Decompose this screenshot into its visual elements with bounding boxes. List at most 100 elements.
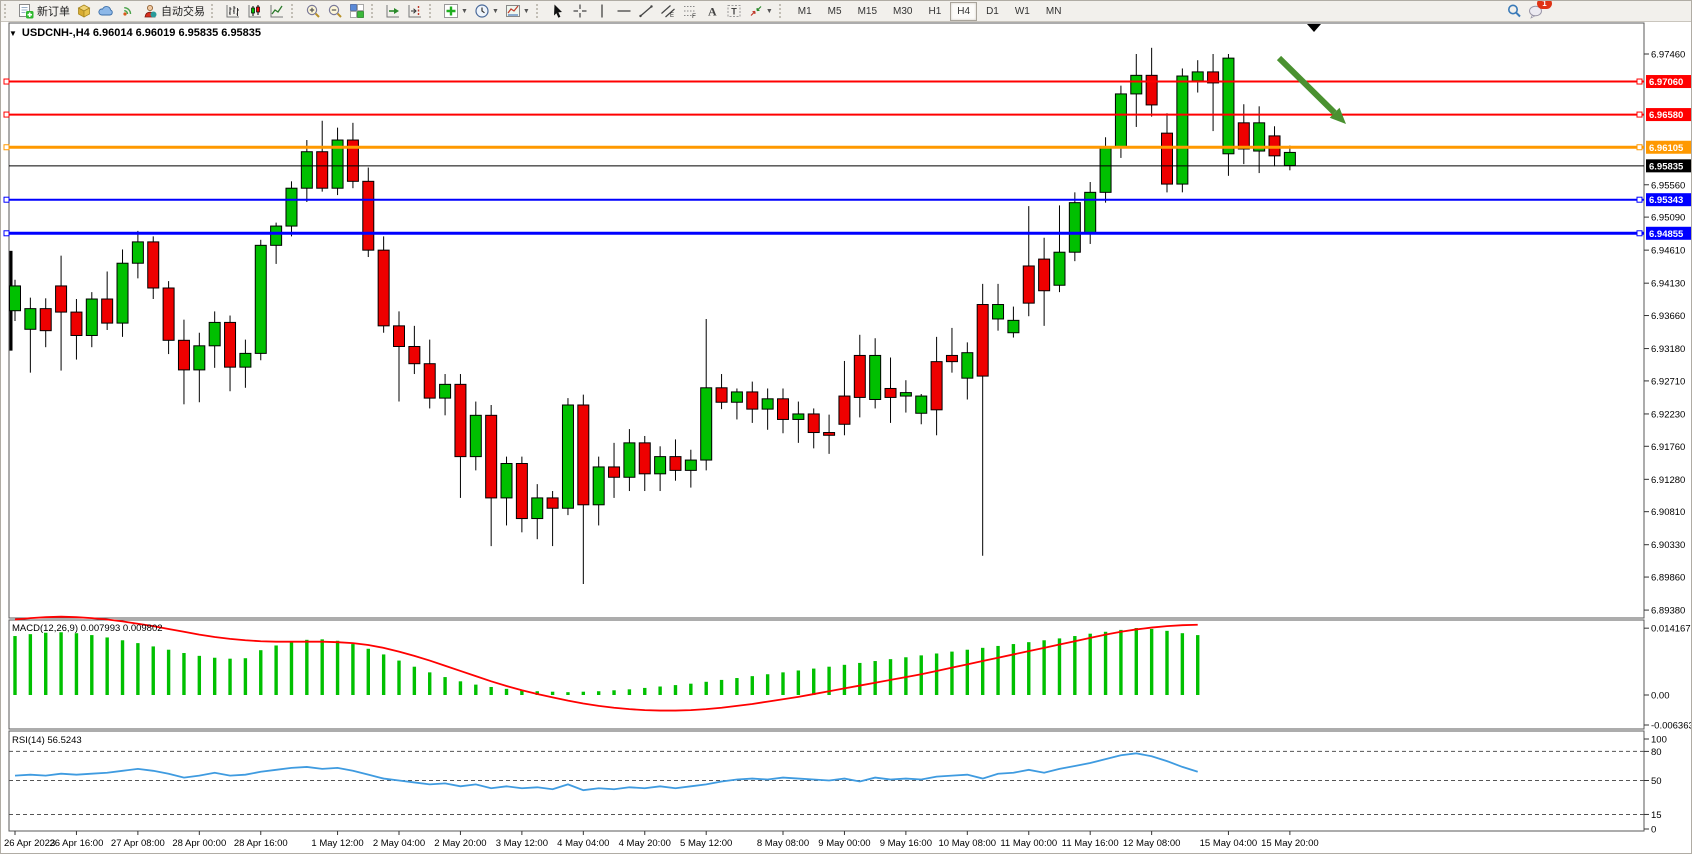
candle-bull [532,498,543,519]
autotrade-button[interactable]: 自动交易 [139,2,208,21]
chevron-down-icon[interactable]: ▼ [523,8,530,15]
new-order-button[interactable]: 新订单 [15,2,73,21]
candle-chart-button[interactable] [244,2,266,21]
chart-panes [9,23,1644,831]
zoom-in-button[interactable] [302,2,324,21]
line-anchor[interactable] [4,197,9,202]
candle-bear [486,415,497,498]
timeframe-button-m1[interactable]: M1 [791,2,819,21]
trendline-button[interactable] [635,2,657,21]
timeframe-button-m30[interactable]: M30 [886,2,919,21]
zoom-out-icon [327,3,343,19]
fibonacci-button[interactable]: F [679,2,701,21]
candle-bear [824,433,835,436]
candle-bull [962,353,973,378]
notifications-button[interactable]: 1 [1525,2,1547,21]
notification-badge: 1 [1537,0,1552,9]
line-anchor[interactable] [4,112,9,117]
macd-histogram-bar [336,641,339,695]
macd-histogram-bar [1089,634,1092,695]
candle-bull [685,460,696,470]
macd-histogram-bar [566,692,569,695]
line-anchor[interactable] [1637,79,1642,84]
cube-button[interactable] [73,2,95,21]
macd-histogram-bar [213,658,216,695]
indicators-button[interactable]: ▼ [440,2,471,21]
timeframe-button-h1[interactable]: H1 [921,2,948,21]
candle-bear [1162,133,1173,184]
zoom-out-button[interactable] [324,2,346,21]
macd-histogram-bar [689,684,692,695]
timeframe-button-w1[interactable]: W1 [1008,2,1037,21]
line-anchor[interactable] [4,79,9,84]
bar-chart-button[interactable] [222,2,244,21]
price-tick-label: 6.90330 [1651,540,1685,551]
timeframe-button-m15[interactable]: M15 [851,2,884,21]
toolbar-separator [211,4,218,18]
text-button[interactable]: A [701,2,723,21]
crosshair-button[interactable] [569,2,591,21]
line-anchor[interactable] [1637,112,1642,117]
time-tick-label: 9 May 16:00 [880,838,932,849]
candle-bear [670,457,681,471]
timeframe-button-mn[interactable]: MN [1039,2,1069,21]
periods-button[interactable]: ▼ [471,2,502,21]
hline-icon [616,3,632,19]
chevron-down-icon[interactable]: ▼ [492,8,499,15]
auto-scroll-icon [385,3,401,19]
timeframe-button-m5[interactable]: M5 [821,2,849,21]
macd-histogram-bar [873,661,876,695]
price-scale[interactable]: 6.974606.955606.950906.946106.941306.936… [1644,50,1685,617]
chart-window: 6.970606.965806.961056.958356.953436.948… [1,22,1692,854]
channel-button[interactable]: E [657,2,679,21]
chevron-down-icon[interactable]: ▼ [461,8,468,15]
macd-histogram-bar [90,635,93,695]
time-tick-label: 12 May 08:00 [1123,838,1181,849]
price-tick-label: 6.92710 [1651,376,1685,387]
candle-bull [731,392,742,402]
line-anchor[interactable] [4,145,9,150]
line-anchor[interactable] [1637,145,1642,150]
macd-histogram-bar [105,637,108,695]
templates-button[interactable]: ▼ [502,2,533,21]
macd-histogram-bar [244,658,247,695]
line-anchor[interactable] [1637,231,1642,236]
search-button[interactable] [1503,2,1525,21]
timeframe-button-d1[interactable]: D1 [979,2,1006,21]
toolbar-separator [536,4,543,18]
line-anchor[interactable] [1637,197,1642,202]
vline-icon [594,3,610,19]
candle-bull [1115,94,1126,148]
candle-bear [225,322,236,367]
new-order-icon [18,3,34,19]
cursor-button[interactable] [547,2,569,21]
timeframe-button-h4[interactable]: H4 [950,2,977,21]
chart-shift-button[interactable] [404,2,426,21]
candle-bull [1085,192,1096,233]
macd-histogram-bar [428,672,431,695]
publish-button[interactable] [95,2,117,21]
price-tick-label: 6.89380 [1651,606,1685,617]
candle-bull [1192,72,1203,81]
chevron-down-icon[interactable]: ▼ [766,8,773,15]
zoom-in-icon [305,3,321,19]
candle-bull [10,286,21,311]
tile-windows-button[interactable] [346,2,368,21]
signal-icon [120,3,136,19]
signal-button[interactable] [117,2,139,21]
clock-icon [474,3,490,19]
text-label-button[interactable]: T [723,2,745,21]
price-level-flag-text: 6.96105 [1649,143,1684,154]
macd-histogram-bar [1181,633,1184,695]
candle-bear [839,396,850,424]
chart-area[interactable]: 6.970606.965806.961056.958356.953436.948… [1,22,1692,854]
arrows-button[interactable]: ▼ [745,2,776,21]
line-anchor[interactable] [4,231,9,236]
auto-scroll-button[interactable] [382,2,404,21]
line-chart-button[interactable] [266,2,288,21]
macd-histogram-bar [198,656,201,695]
time-axis[interactable]: 26 Apr 202326 Apr 16:0027 Apr 08:0028 Ap… [4,831,1319,849]
horizontal-line-button[interactable] [613,2,635,21]
macd-histogram-bar [305,640,308,695]
vertical-line-button[interactable] [591,2,613,21]
